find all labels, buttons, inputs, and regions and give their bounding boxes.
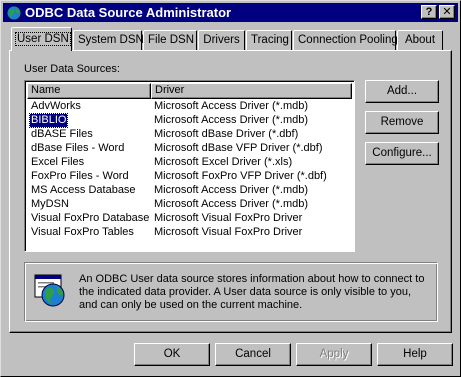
title-close-button[interactable]: ✕ <box>439 5 455 19</box>
info-groupbox: An ODBC User data source stores informat… <box>24 262 438 322</box>
tab-user-dsn-label: User DSN <box>15 32 71 46</box>
dsn-name: MS Access Database <box>31 184 136 196</box>
dsn-name: dBASE Files <box>31 128 93 140</box>
list-item[interactable]: Visual FoxPro Tables Microsoft Visual Fox… <box>27 226 352 239</box>
dsn-name: dBase Files - Word <box>31 142 125 154</box>
tab-system-dsn[interactable]: System DSN <box>73 30 144 50</box>
remove-button[interactable]: Remove <box>365 111 439 134</box>
dsn-name: MyDSN <box>31 198 69 210</box>
odbc-app-icon <box>6 5 22 21</box>
configure-button[interactable]: Configure... <box>365 142 439 165</box>
dsn-driver: Microsoft Visual FoxPro Driver <box>154 212 303 224</box>
list-item[interactable]: dBase Files - Word Microsoft dBase VFP Dr… <box>27 142 352 155</box>
title-bar[interactable]: ODBC Data Source Administrator ? ✕ <box>3 3 458 22</box>
dsn-driver: Microsoft Access Driver (*.mdb) <box>154 184 309 196</box>
odbc-globe-icon <box>34 274 65 307</box>
dsn-driver: Microsoft Access Driver (*.mdb) <box>154 100 309 112</box>
dsn-driver: Microsoft Excel Driver (*.xls) <box>154 156 293 168</box>
help-button[interactable]: Help <box>377 343 453 366</box>
list-item[interactable]: MyDSN Microsoft Access Driver (*.mdb) <box>27 198 352 211</box>
user-data-sources-list[interactable]: Name Driver AdvWorks Microsoft Access Dri… <box>24 80 355 252</box>
list-item[interactable]: FoxPro Files - Word Microsoft FoxPro VFP … <box>27 170 352 183</box>
cancel-button[interactable]: Cancel <box>215 343 291 366</box>
column-header-name[interactable]: Name <box>27 83 151 99</box>
list-item-selected[interactable]: BIBLIO Microsoft Access Driver (*.mdb) <box>27 113 352 128</box>
dsn-driver: Microsoft dBase Driver (*.dbf) <box>154 128 299 140</box>
list-item[interactable]: Visual FoxPro Database Microsoft Visual F… <box>27 212 352 225</box>
dsn-name: FoxPro Files - Word <box>31 170 129 182</box>
user-data-sources-label: User Data Sources: <box>24 63 120 75</box>
dsn-name: Excel Files <box>31 156 85 168</box>
dsn-driver: Microsoft Visual FoxPro Driver <box>154 226 303 238</box>
ok-button[interactable]: OK <box>134 343 210 366</box>
info-text: An ODBC User data source stores informat… <box>79 273 425 311</box>
tab-drivers[interactable]: Drivers <box>198 30 245 50</box>
dsn-name: Visual FoxPro Tables <box>31 226 134 238</box>
tab-file-dsn[interactable]: File DSN <box>143 30 197 50</box>
tab-connection-pooling[interactable]: Connection Pooling <box>293 30 398 50</box>
dsn-driver: Microsoft dBase VFP Driver (*.dbf) <box>154 142 323 154</box>
dsn-driver: Microsoft Access Driver (*.mdb) <box>154 114 309 126</box>
dsn-name: BIBLIO <box>28 113 69 128</box>
apply-button[interactable]: Apply <box>296 343 372 366</box>
window-title: ODBC Data Source Administrator <box>25 5 232 20</box>
list-item[interactable]: Excel Files Microsoft Excel Driver (*.xls… <box>27 156 352 169</box>
dsn-name: Visual FoxPro Database <box>31 212 150 224</box>
list-item[interactable]: dBASE Files Microsoft dBase Driver (*.dbf… <box>27 128 352 141</box>
tab-tracing[interactable]: Tracing <box>246 30 292 50</box>
tab-user-dsn[interactable]: User DSN <box>11 27 72 51</box>
tab-about[interactable]: About <box>397 30 443 50</box>
add-button[interactable]: Add... <box>365 80 439 103</box>
dsn-name: AdvWorks <box>31 100 81 112</box>
dsn-driver: Microsoft FoxPro VFP Driver (*.dbf) <box>154 170 327 182</box>
title-help-button[interactable]: ? <box>421 5 437 19</box>
list-item[interactable]: AdvWorks Microsoft Access Driver (*.mdb) <box>27 100 352 113</box>
column-header-driver[interactable]: Driver <box>151 83 352 99</box>
list-item[interactable]: MS Access Database Microsoft Access Drive… <box>27 184 352 197</box>
dsn-driver: Microsoft Access Driver (*.mdb) <box>154 198 309 210</box>
